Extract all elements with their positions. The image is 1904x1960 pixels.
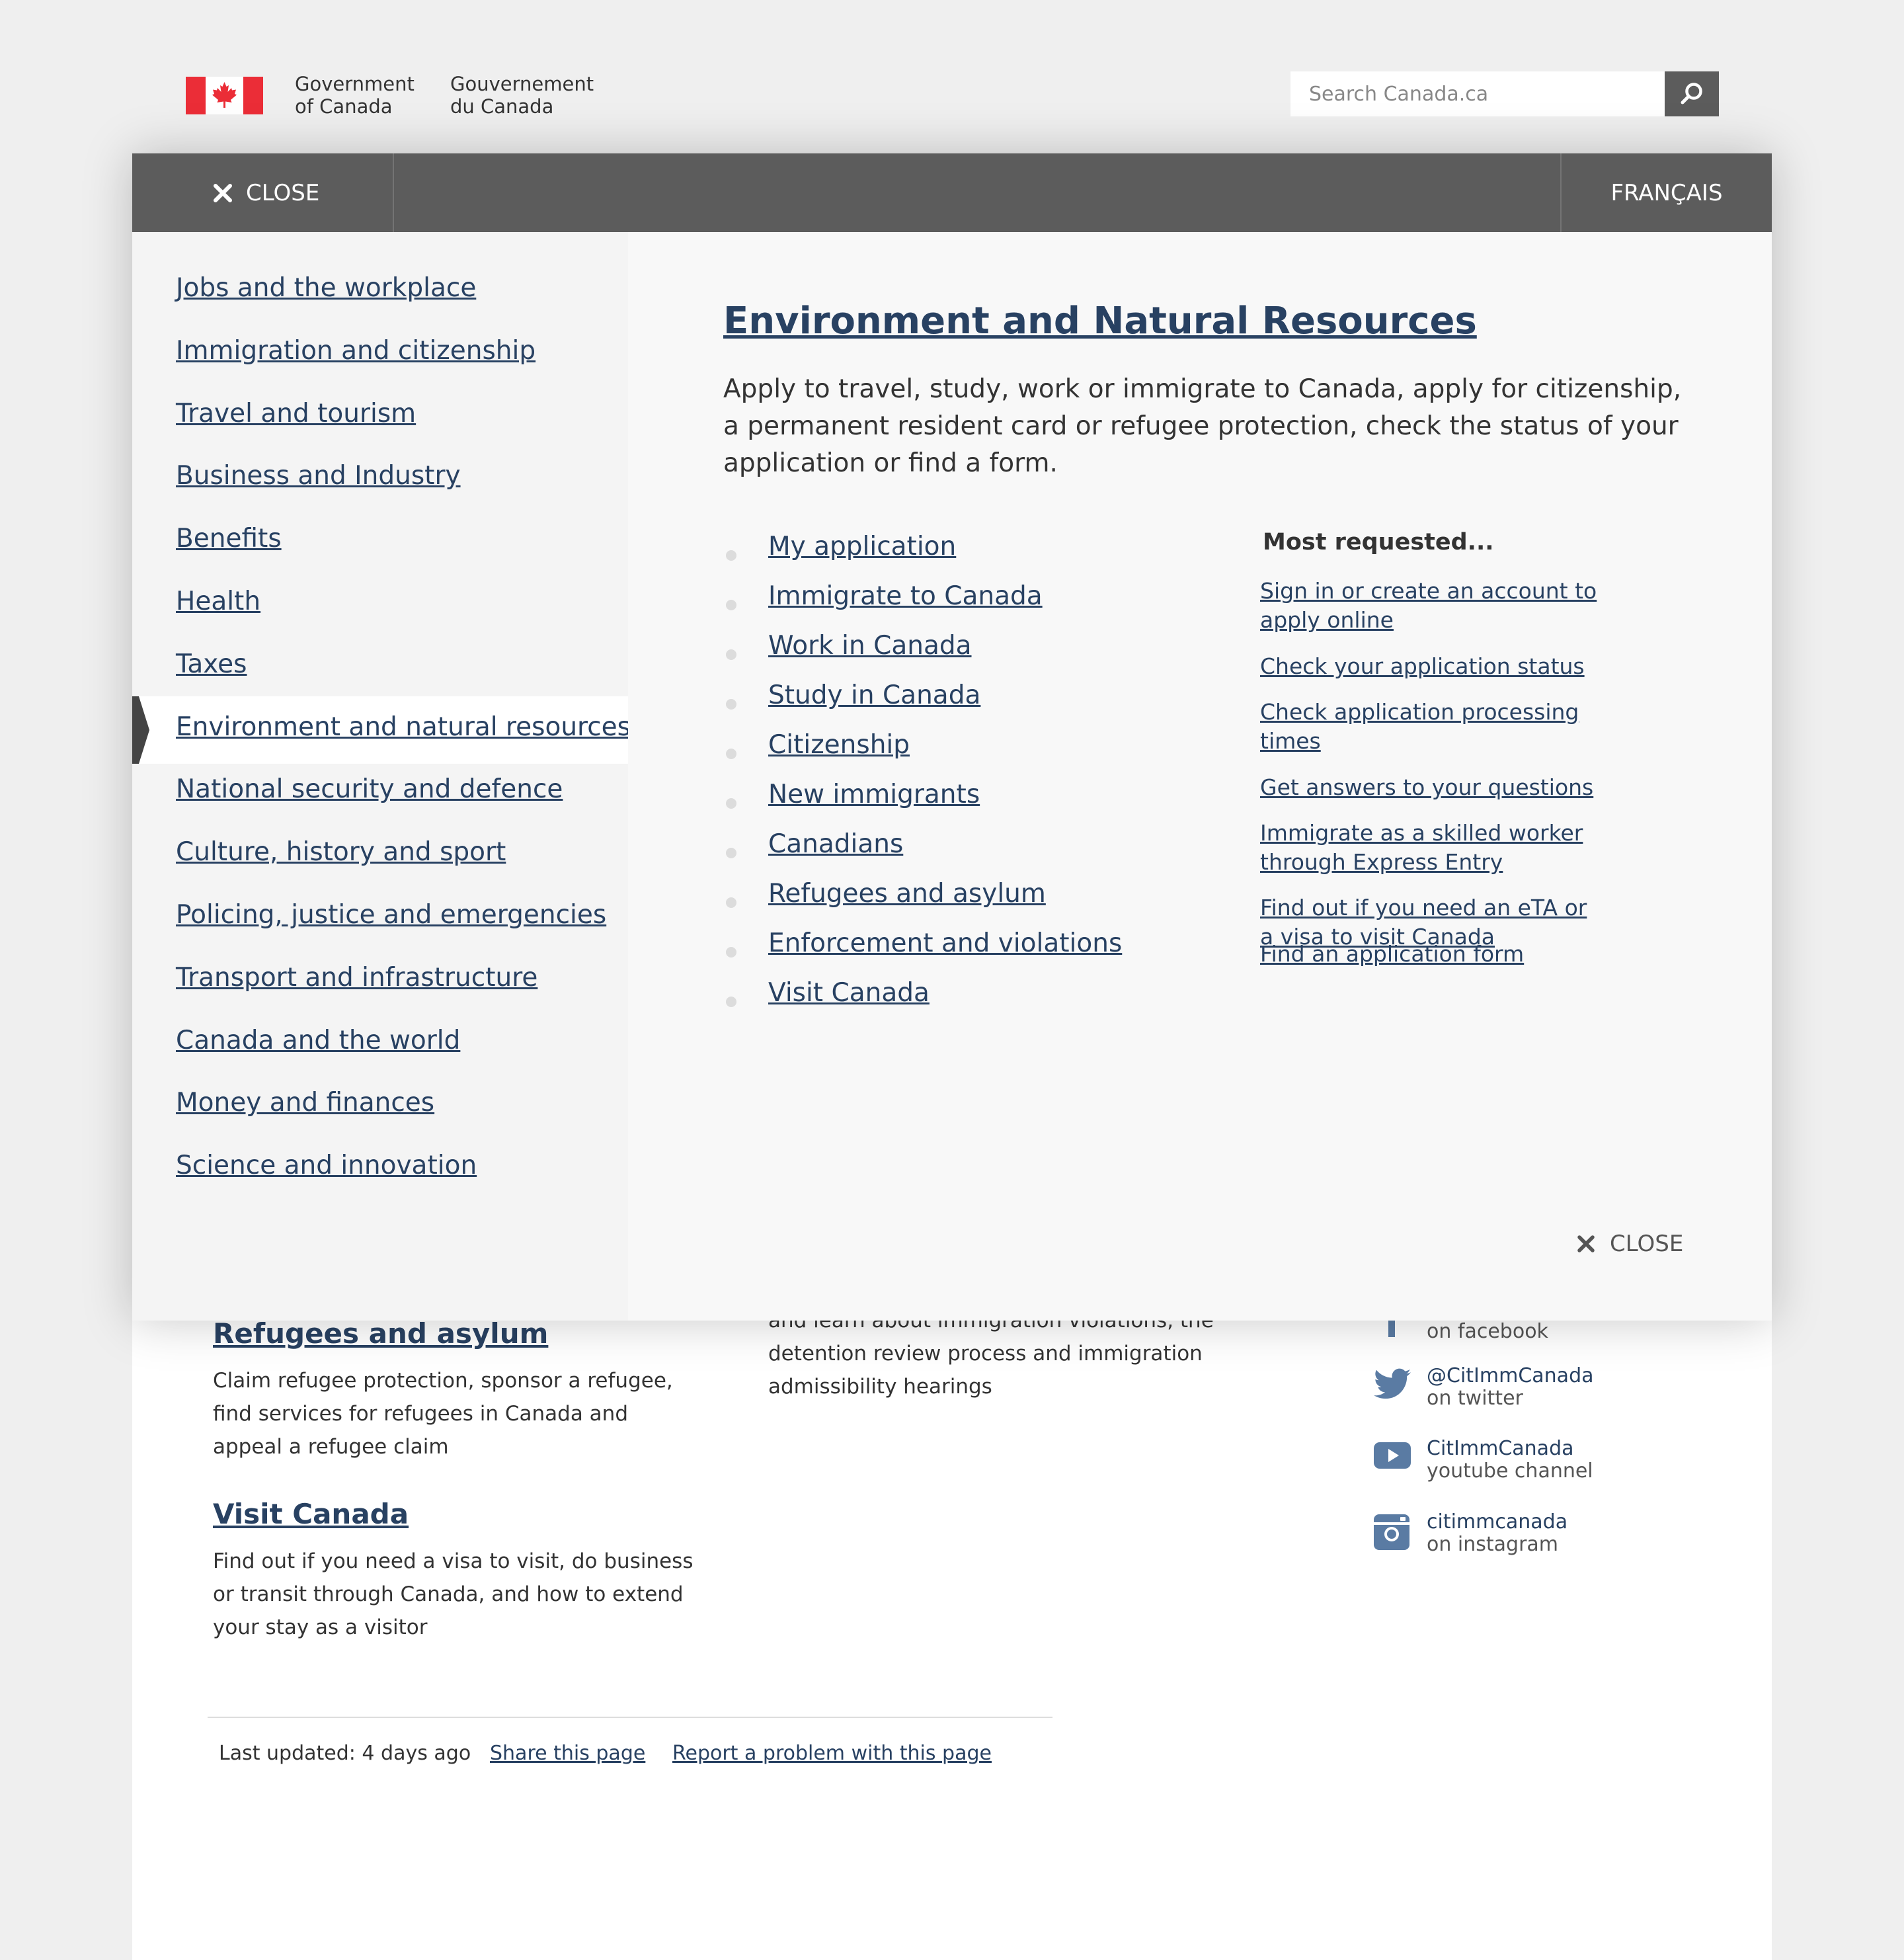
menu-panel: Environment and Natural Resources Apply … bbox=[628, 232, 1772, 1321]
sub-item-refugees[interactable]: Refugees and asylum bbox=[768, 879, 1046, 909]
social-name: @CitImmCanada bbox=[1427, 1364, 1594, 1387]
menu-item-security[interactable]: National security and defence bbox=[176, 774, 563, 804]
most-requested-link[interactable]: Find an application form bbox=[1260, 940, 1604, 969]
menu-item-culture[interactable]: Culture, history and sport bbox=[176, 837, 506, 867]
close-bottom-label: CLOSE bbox=[1610, 1231, 1684, 1257]
menu-item-taxes[interactable]: Taxes bbox=[176, 649, 247, 679]
bullet-icon bbox=[726, 749, 736, 759]
menu-item-health[interactable]: Health bbox=[176, 587, 260, 616]
menu-item-world[interactable]: Canada and the world bbox=[176, 1026, 460, 1055]
instagram-icon bbox=[1374, 1514, 1409, 1550]
social-sub: on facebook bbox=[1427, 1320, 1548, 1343]
menu-item-jobs[interactable]: Jobs and the workplace bbox=[176, 273, 476, 303]
most-requested-heading: Most requested... bbox=[1263, 529, 1494, 555]
social-sub: on twitter bbox=[1427, 1387, 1523, 1410]
sub-item-my-application[interactable]: My application bbox=[768, 532, 956, 561]
bullet-icon bbox=[726, 699, 736, 710]
youtube-icon bbox=[1374, 1442, 1411, 1469]
sub-item-work[interactable]: Work in Canada bbox=[768, 631, 972, 661]
most-requested-link[interactable]: Check application processing times bbox=[1260, 698, 1604, 756]
panel-description: Apply to travel, study, work or immigrat… bbox=[723, 374, 1682, 478]
refugees-description: Claim refugee protection, sponsor a refu… bbox=[213, 1369, 673, 1459]
most-requested-link[interactable]: Get answers to your questions bbox=[1260, 773, 1604, 802]
menu-item-travel[interactable]: Travel and tourism bbox=[176, 399, 416, 429]
bullet-icon bbox=[726, 997, 736, 1007]
bullet-icon bbox=[726, 600, 736, 610]
language-toggle-link[interactable]: FRANÇAIS bbox=[1560, 153, 1772, 232]
menu-item-policing[interactable]: Policing, justice and emergencies bbox=[176, 900, 606, 930]
menu-item-benefits[interactable]: Benefits bbox=[176, 524, 282, 553]
twitter-icon bbox=[1374, 1368, 1411, 1399]
visit-description: Find out if you need a visa to visit, do… bbox=[213, 1549, 694, 1639]
social-name: CitImmCanada bbox=[1427, 1437, 1574, 1460]
search-button[interactable] bbox=[1665, 71, 1719, 116]
signature-line: Gouvernement bbox=[450, 73, 594, 95]
active-item-arrow-icon bbox=[132, 696, 149, 764]
menu-item-business[interactable]: Business and Industry bbox=[176, 461, 461, 491]
visit-canada-link[interactable]: Visit Canada bbox=[213, 1498, 409, 1530]
report-problem-link[interactable]: Report a problem with this page bbox=[672, 1742, 992, 1765]
bullet-icon bbox=[726, 798, 736, 809]
signature-line: du Canada bbox=[450, 95, 554, 118]
close-menu-bottom-button[interactable]: CLOSE bbox=[1577, 1231, 1683, 1257]
menu-item-science[interactable]: Science and innovation bbox=[176, 1151, 477, 1180]
signature-line: Government bbox=[295, 73, 415, 95]
government-signature-fr: Gouvernement du Canada bbox=[450, 73, 594, 118]
sub-item-study[interactable]: Study in Canada bbox=[768, 680, 980, 710]
refugees-asylum-link[interactable]: Refugees and asylum bbox=[213, 1317, 548, 1350]
last-updated: Last updated: 4 days ago bbox=[219, 1742, 471, 1765]
sub-item-visit[interactable]: Visit Canada bbox=[768, 978, 930, 1008]
sub-item-citizenship[interactable]: Citizenship bbox=[768, 730, 910, 760]
most-requested-link[interactable]: Sign in or create an account to apply on… bbox=[1260, 577, 1604, 635]
sub-item-new-immigrants[interactable]: New immigrants bbox=[768, 780, 980, 809]
menu-item-environment[interactable]: Environment and natural resources bbox=[176, 712, 631, 742]
sub-item-canadians[interactable]: Canadians bbox=[768, 829, 903, 859]
social-sub: youtube channel bbox=[1427, 1459, 1593, 1483]
sub-item-immigrate[interactable]: Immigrate to Canada bbox=[768, 581, 1043, 611]
most-requested-link[interactable]: Check your application status bbox=[1260, 652, 1604, 681]
social-name: citimmcanada bbox=[1427, 1510, 1568, 1533]
canada-flag-logo bbox=[186, 77, 263, 114]
signature-line: of Canada bbox=[295, 95, 393, 118]
search-input[interactable] bbox=[1290, 71, 1665, 116]
panel-title-link[interactable]: Environment and Natural Resources bbox=[723, 300, 1477, 343]
menu-bar: CLOSE FRANÇAIS bbox=[132, 153, 1772, 232]
menu-item-transport[interactable]: Transport and infrastructure bbox=[176, 963, 537, 993]
menu-item-money[interactable]: Money and finances bbox=[176, 1088, 434, 1118]
close-label: CLOSE bbox=[246, 179, 320, 206]
bullet-icon bbox=[726, 897, 736, 908]
bullet-icon bbox=[726, 848, 736, 858]
close-menu-button[interactable]: CLOSE bbox=[132, 153, 394, 232]
bullet-icon bbox=[726, 947, 736, 958]
magnifier-icon bbox=[1681, 83, 1702, 104]
close-icon bbox=[214, 183, 232, 202]
social-sub: on instagram bbox=[1427, 1533, 1559, 1556]
bullet-icon bbox=[726, 649, 736, 660]
sub-item-enforcement[interactable]: Enforcement and violations bbox=[768, 928, 1122, 958]
close-icon bbox=[1577, 1235, 1595, 1252]
most-requested-link[interactable]: Immigrate as a skilled worker through Ex… bbox=[1260, 819, 1604, 877]
menu-item-immigration[interactable]: Immigration and citizenship bbox=[176, 336, 536, 366]
menu-left-nav: Jobs and the workplace Immigration and c… bbox=[132, 232, 631, 1321]
government-signature-en: Government of Canada bbox=[295, 73, 415, 118]
share-page-link[interactable]: Share this page bbox=[490, 1742, 645, 1765]
footer-divider bbox=[208, 1717, 1052, 1718]
bullet-icon bbox=[726, 550, 736, 561]
